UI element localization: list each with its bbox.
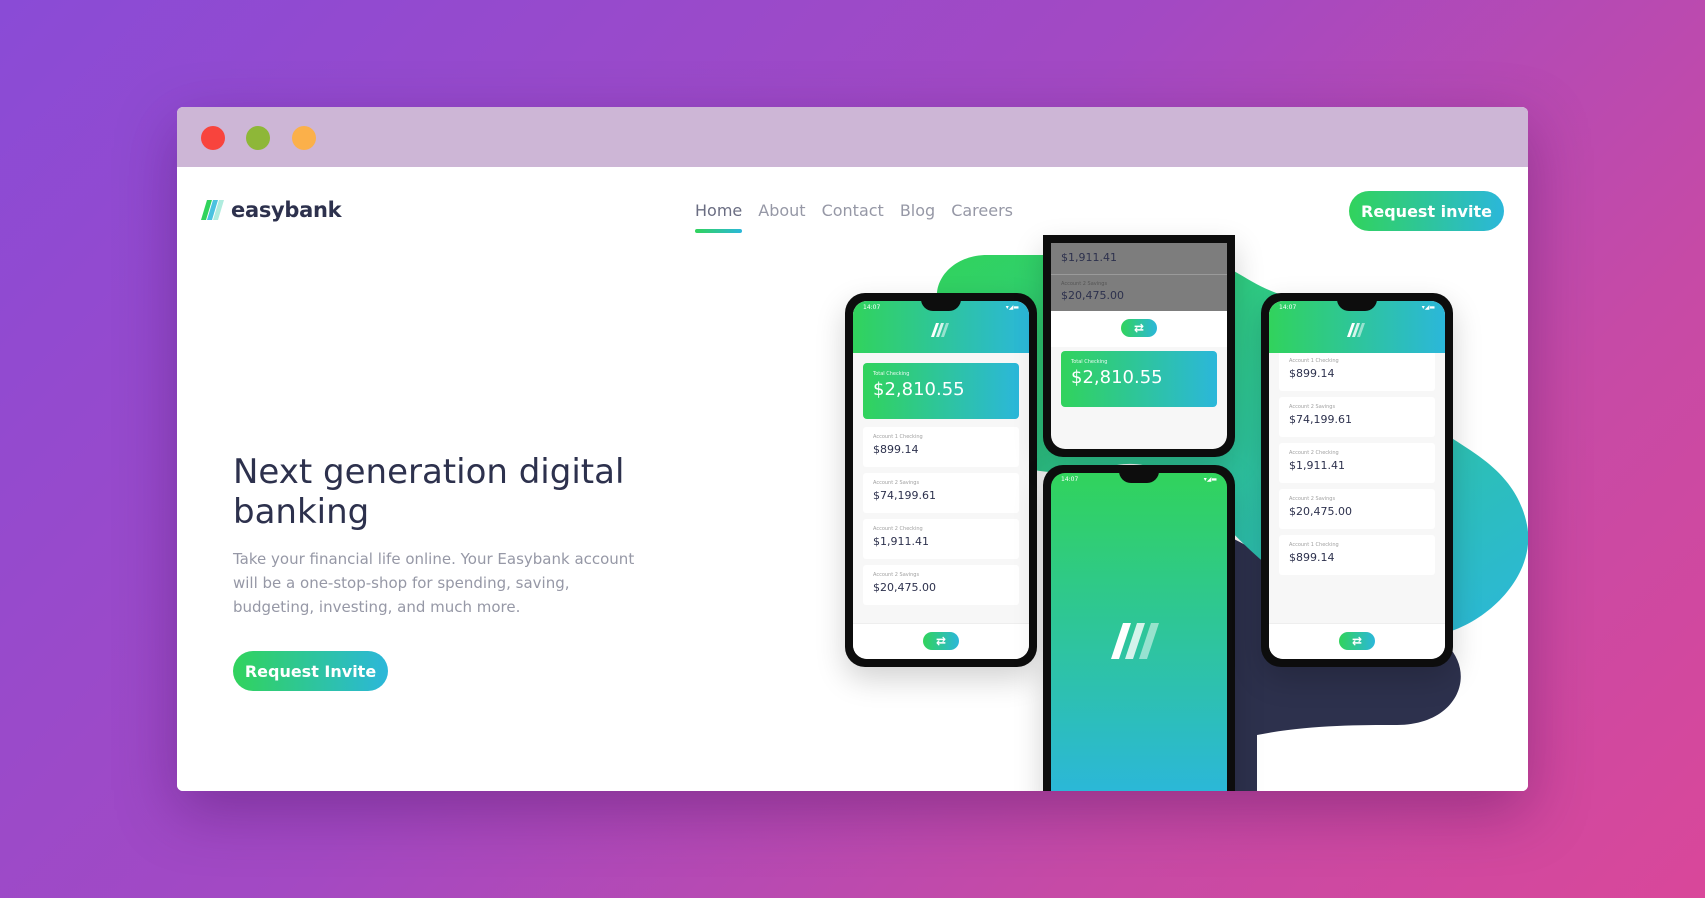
app-bottom-bar: ⇄ (1269, 623, 1445, 659)
request-invite-hero-button[interactable]: Request Invite (233, 651, 388, 691)
account-label: Account 2 Savings (1289, 404, 1336, 410)
account-amount: $1,911.41 (1061, 251, 1117, 264)
splash-logo-icon (1111, 623, 1159, 659)
maximize-window-dot[interactable] (292, 126, 316, 150)
account-label: Account 1 Checking (873, 434, 923, 440)
account-row: Account 2 Savings $20,475.00 (863, 565, 1019, 605)
status-icons: ▾◢▬ (1203, 476, 1217, 483)
total-checking-card: Total Checking $2,810.55 (863, 363, 1019, 419)
nav-item-home[interactable]: Home (695, 201, 743, 233)
total-checking-card: Total Checking $2,810.55 (1061, 351, 1217, 407)
nav-item-blog[interactable]: Blog (900, 201, 935, 230)
account-row: Account 1 Checking $899.14 (863, 427, 1019, 467)
nav-item-contact[interactable]: Contact (822, 201, 884, 230)
status-icons: ▾◢▬ (1421, 304, 1435, 311)
minimize-window-dot[interactable] (246, 126, 270, 150)
hero-title: Next generation digital banking (233, 452, 625, 532)
status-time: 14:07 (1061, 476, 1079, 483)
app-bottom-bar: ⇄ (853, 623, 1029, 659)
app-logo-icon (1347, 323, 1365, 337)
status-icons: ▾◢▬ (1005, 304, 1019, 311)
nav-item-about[interactable]: About (758, 201, 805, 230)
account-label: Account 2 Checking (1289, 450, 1339, 456)
account-label: Account 2 Savings (1061, 281, 1108, 287)
account-amount: $899.14 (1289, 367, 1335, 380)
transfer-icon: ⇄ (1339, 632, 1375, 650)
account-label: Account 1 Checking (1289, 358, 1339, 364)
total-amount: $2,810.55 (1071, 367, 1163, 388)
total-label: Total Checking (873, 371, 910, 377)
phone-top-center: $1,911.41 Account 2 Savings $20,475.00 ⇄… (1043, 235, 1235, 457)
phone-left: 14:07 ▾◢▬ Total Checking $2,810.55 Accou… (845, 293, 1037, 667)
account-label: Account 2 Checking (873, 526, 923, 532)
transfer-icon: ⇄ (1121, 319, 1157, 337)
phone-right: 14:07 ▾◢▬ Account 1 Checking $899.14 Acc… (1261, 293, 1453, 667)
account-label: Account 2 Savings (873, 572, 920, 578)
account-row: Account 2 Savings $74,199.61 (863, 473, 1019, 513)
brand-name: easybank (231, 198, 342, 222)
account-amount: $74,199.61 (873, 489, 936, 502)
account-row: Account 2 Checking $1,911.41 (1279, 443, 1435, 483)
hero-description: Take your financial life online. Your Ea… (233, 550, 635, 616)
transfer-icon: ⇄ (923, 632, 959, 650)
window-titlebar (177, 107, 1528, 167)
account-amount: $74,199.61 (1289, 413, 1352, 426)
main-nav: Home About Contact Blog Careers (695, 201, 1013, 233)
account-amount: $1,911.41 (1289, 459, 1345, 472)
account-label: Account 2 Savings (873, 480, 920, 486)
brand-logo[interactable]: easybank (201, 198, 342, 222)
status-time: 14:07 (1279, 304, 1297, 311)
account-row: Account 1 Checking $899.14 (1279, 351, 1435, 391)
account-row: Account 1 Checking $899.14 (1279, 535, 1435, 575)
status-time: 14:07 (863, 304, 881, 311)
app-logo-icon (931, 323, 949, 337)
account-amount: $20,475.00 (873, 581, 936, 594)
account-amount: $899.14 (1289, 551, 1335, 564)
nav-item-careers[interactable]: Careers (951, 201, 1013, 230)
landing-page: easybank Home About Contact Blog Careers… (177, 167, 1528, 791)
browser-window: easybank Home About Contact Blog Careers… (177, 107, 1528, 791)
account-row: Account 2 Savings $74,199.61 (1279, 397, 1435, 437)
phone-bottom-center: 14:07 ▾◢▬ (1043, 465, 1235, 791)
account-row: Account 2 Checking $1,911.41 (863, 519, 1019, 559)
logo-slashes-icon (201, 200, 224, 220)
account-row: Account 2 Savings $20,475.00 (1279, 489, 1435, 529)
account-amount: $20,475.00 (1289, 505, 1352, 518)
phone-mockups-illustration: 14:07 ▾◢▬ Total Checking $2,810.55 Accou… (837, 235, 1528, 791)
total-label: Total Checking (1071, 359, 1108, 365)
account-amount: $899.14 (873, 443, 919, 456)
account-amount: $1,911.41 (873, 535, 929, 548)
account-label: Account 2 Savings (1289, 496, 1336, 502)
close-window-dot[interactable] (201, 126, 225, 150)
request-invite-header-button[interactable]: Request invite (1349, 191, 1504, 231)
account-amount: $20,475.00 (1061, 289, 1124, 302)
account-label: Account 1 Checking (1289, 542, 1339, 548)
total-amount: $2,810.55 (873, 379, 965, 400)
